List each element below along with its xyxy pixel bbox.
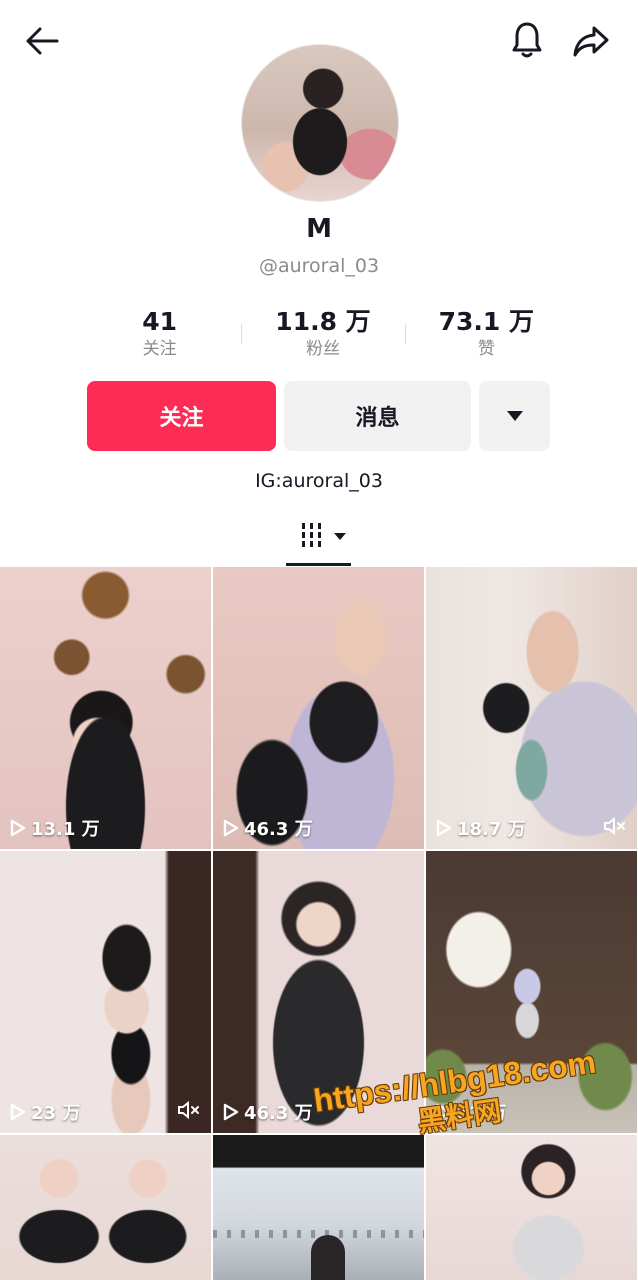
- play-icon: [223, 819, 239, 837]
- profile-handle: @auroral_03: [258, 255, 380, 277]
- grid-view-icon: [302, 523, 346, 547]
- share-icon[interactable]: [569, 19, 613, 63]
- tab-videos[interactable]: [300, 520, 352, 554]
- video-thumbnail[interactable]: [0, 1135, 211, 1280]
- stat-likes[interactable]: 73.1 万 赞: [404, 306, 568, 366]
- tab-indicator: [286, 563, 351, 566]
- stat-label: 赞: [477, 339, 495, 359]
- follow-button[interactable]: 关注: [87, 381, 276, 451]
- play-icon: [10, 1103, 26, 1121]
- video-thumbnail[interactable]: [426, 1135, 637, 1280]
- video-thumbnail[interactable]: 18.7 万: [426, 567, 637, 849]
- stat-value: 73.1 万: [438, 307, 535, 336]
- profile-name: M: [306, 214, 332, 244]
- caret-down-icon: [506, 411, 523, 421]
- muted-icon: [603, 816, 627, 840]
- view-count-text: 13.1 万: [31, 819, 100, 840]
- bell-icon[interactable]: [505, 18, 549, 62]
- video-thumbnail[interactable]: 23 万: [0, 851, 211, 1133]
- stat-following[interactable]: 41 关注: [78, 306, 241, 366]
- play-icon: [10, 819, 26, 837]
- stat-value: 41: [142, 307, 178, 336]
- content-tab-bar: [0, 512, 638, 567]
- back-arrow-icon[interactable]: [20, 19, 64, 63]
- person-silhouette: [311, 1235, 345, 1280]
- view-count: 46.3 万: [223, 815, 313, 841]
- view-count: 13.1 万: [10, 815, 100, 841]
- profile-bio: IG:auroral_03: [255, 470, 383, 492]
- play-icon: [436, 819, 452, 837]
- profile-stats: 41 关注 11.8 万 粉丝 73.1 万 赞: [78, 306, 568, 366]
- play-icon: [223, 1103, 239, 1121]
- message-button[interactable]: 消息: [284, 381, 471, 451]
- video-thumbnail[interactable]: 46.3 万: [213, 567, 424, 849]
- more-options-button[interactable]: [479, 381, 550, 451]
- view-count-text: 23 万: [31, 1103, 81, 1124]
- view-count: 23 万: [10, 1099, 80, 1125]
- stat-label: 粉丝: [305, 339, 340, 359]
- muted-icon: [177, 1100, 201, 1124]
- view-count-text: 18.7 万: [457, 819, 526, 840]
- stat-label: 关注: [142, 339, 177, 359]
- view-count: 18.7 万: [436, 815, 526, 841]
- stat-followers[interactable]: 11.8 万 粉丝: [241, 306, 404, 366]
- video-thumbnail[interactable]: [213, 1135, 424, 1280]
- view-count-text: 46.3 万: [244, 819, 313, 840]
- stat-value: 11.8 万: [275, 307, 371, 336]
- avatar[interactable]: [241, 44, 399, 202]
- video-thumbnail[interactable]: 13.1 万: [0, 567, 211, 849]
